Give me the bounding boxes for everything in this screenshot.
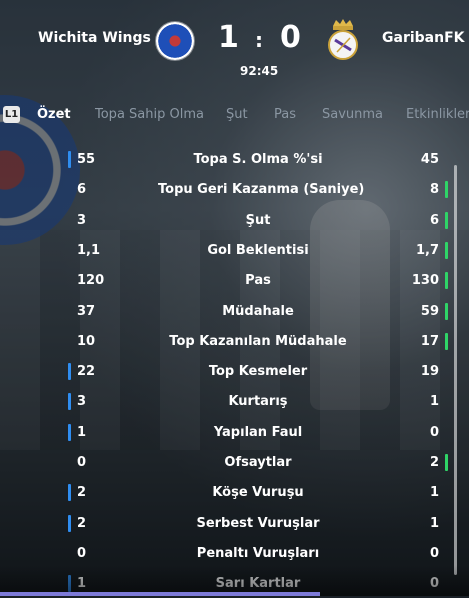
stat-label: Köşe Vuruşu [212, 485, 304, 501]
stat-home-value: 1,1 [77, 242, 101, 258]
stat-home-value: 3 [77, 394, 87, 410]
stat-away-value: 1,7 [415, 242, 439, 258]
stat-away-value: 2 [429, 455, 439, 470]
stat-row: 1,1 Gol Beklentisi 1,7 [0, 235, 469, 265]
stat-row: 22 Top Kesmeler 19 [0, 356, 469, 386]
home-team-name: Wichita Wings [38, 30, 151, 46]
stat-label: Gol Beklentisi [207, 242, 309, 258]
stat-row: 0 Penaltı Vuruşları 0 [0, 538, 469, 568]
home-leader-marker [68, 363, 71, 381]
stat-row: 2 Serbest Vuruşlar 1 [0, 508, 469, 538]
stat-row: 3 Şut 6 [0, 205, 469, 235]
stat-label: Ofsaytlar [224, 455, 292, 470]
stat-away-value: 59 [420, 303, 439, 319]
home-leader-marker [68, 423, 71, 441]
away-team-name: GaribanFK [382, 30, 465, 46]
stat-label: Müdahale [222, 303, 294, 319]
stat-away-value: 1 [429, 485, 439, 501]
stat-home-value: 6 [77, 182, 87, 198]
stat-row: 120 Pas 130 [0, 265, 469, 295]
stat-home-value: 22 [77, 364, 96, 380]
stat-row: 6 Topu Geri Kazanma (Saniye) 8 [0, 174, 469, 204]
away-leader-marker [445, 302, 448, 320]
stat-label: Topa S. Olma %'si [193, 152, 323, 167]
home-leader-marker [68, 393, 71, 411]
away-leader-marker [445, 332, 448, 350]
tab-etkinlikler[interactable]: Etkinlikler [406, 107, 469, 122]
stat-away-value: 8 [429, 182, 439, 198]
stat-away-value: 19 [420, 364, 439, 380]
stat-label: Şut [245, 212, 271, 228]
stat-away-value: 1 [429, 394, 439, 410]
score-separator: : [255, 28, 263, 52]
away-score: 0 [280, 20, 301, 55]
stat-label: Yapılan Faul [213, 424, 303, 440]
away-team-crest-icon [328, 19, 358, 60]
stat-row: 3 Kurtarış 1 [0, 386, 469, 416]
tab-savunma[interactable]: Savunma [322, 107, 383, 122]
home-score: 1 [218, 20, 239, 55]
tab-topa-sahip-olma[interactable]: Topa Sahip Olma [95, 107, 204, 122]
stat-row: 0 Ofsaytlar 2 [0, 447, 469, 477]
stat-away-value: 1 [429, 515, 439, 531]
stat-label: Kurtarış [228, 394, 288, 410]
tab-pas[interactable]: Pas [274, 107, 296, 122]
stat-home-value: 55 [77, 152, 96, 167]
stats-tab-bar: L1 Özet Topa Sahip Olma Şut Pas Savunma … [0, 100, 469, 130]
away-leader-marker [445, 181, 448, 199]
away-leader-marker [445, 241, 448, 259]
stat-row: 37 Müdahale 59 [0, 296, 469, 326]
stat-label: Top Kazanılan Müdahale [169, 333, 347, 349]
stat-home-value: 0 [77, 455, 87, 470]
stat-away-value: 130 [411, 273, 439, 289]
stats-scrollbar[interactable] [454, 165, 457, 575]
l1-button-hint-icon: L1 [3, 106, 20, 123]
stat-home-value: 1 [77, 424, 87, 440]
match-clock: 92:45 [240, 64, 279, 78]
stat-row: 1 Yapılan Faul 0 [0, 417, 469, 447]
stat-away-value: 6 [429, 212, 439, 228]
stat-row: 55 Topa S. Olma %'si 45 [0, 144, 469, 174]
home-leader-marker [68, 151, 71, 168]
stat-home-value: 3 [77, 212, 87, 228]
stat-label: Top Kesmeler [208, 364, 308, 380]
away-leader-marker [445, 211, 448, 229]
stat-away-value: 0 [429, 424, 439, 440]
stat-home-value: 120 [77, 273, 105, 289]
stat-home-value: 2 [77, 515, 87, 531]
stat-row: 10 Top Kazanılan Müdahale 17 [0, 326, 469, 356]
scoreboard: Wichita Wings 1 : 0 GaribanFK 92:45 [0, 0, 469, 90]
away-leader-marker [445, 454, 448, 471]
stat-home-value: 37 [77, 303, 96, 319]
stat-label: Topu Geri Kazanma (Saniye) [158, 182, 365, 198]
stat-home-value: 2 [77, 485, 87, 501]
stat-home-value: 10 [77, 333, 96, 349]
stat-row: 2 Köşe Vuruşu 1 [0, 477, 469, 507]
stat-label: Serbest Vuruşlar [196, 515, 320, 531]
stat-away-value: 45 [420, 152, 439, 167]
stat-away-value: 0 [429, 545, 439, 561]
stat-label: Pas [245, 273, 271, 289]
stat-home-value: 0 [77, 545, 87, 561]
stat-label: Penaltı Vuruşları [196, 545, 320, 561]
home-leader-marker [68, 514, 71, 532]
home-leader-marker [68, 484, 71, 502]
away-leader-marker [445, 272, 448, 290]
tab-sut[interactable]: Şut [226, 107, 248, 122]
home-team-crest-icon [156, 22, 194, 60]
bottom-progress-bar [0, 592, 320, 596]
tab-ozet[interactable]: Özet [37, 107, 71, 122]
stat-away-value: 17 [420, 333, 439, 349]
